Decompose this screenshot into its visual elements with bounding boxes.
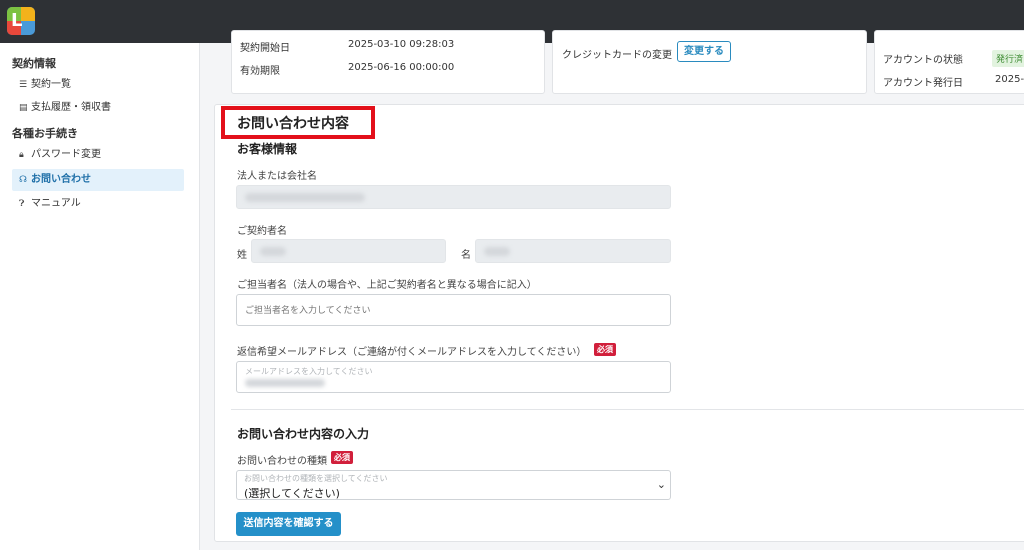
account-issued-value: 2025-0 bbox=[995, 74, 1024, 85]
expiry-value: 2025-06-16 00:00:00 bbox=[348, 62, 455, 73]
confirm-submit-button[interactable]: 送信内容を確認する bbox=[236, 512, 341, 536]
company-field bbox=[236, 185, 671, 209]
sidebar-item-contract-list[interactable]: ☰ 契約一覧 bbox=[12, 74, 184, 96]
contract-info-card: 契約開始日 2025-03-10 09:28:03 有効期限 2025-06-1… bbox=[231, 30, 545, 94]
app-logo[interactable]: L bbox=[7, 7, 35, 35]
headset-icon: ☊ bbox=[19, 175, 27, 185]
email-placeholder: メールアドレスを入力してください bbox=[245, 367, 373, 376]
change-card-button[interactable]: 変更する bbox=[677, 41, 731, 62]
person-label: ご担当者名（法人の場合や、上記ご契約者名と異なる場合に記入） bbox=[237, 280, 537, 291]
sidebar-section-procedures: 各種お手続き bbox=[12, 127, 78, 140]
lock-icon: 🔒︎ bbox=[19, 150, 24, 160]
sidebar-item-payment-history[interactable]: ▤ 支払履歴・領収書 bbox=[12, 97, 184, 119]
company-label: 法人または会社名 bbox=[237, 171, 317, 182]
chevron-down-icon: ⌄ bbox=[656, 478, 666, 491]
first-name-field bbox=[475, 239, 671, 263]
account-card: アカウントの状態 発行済 アカウント発行日 2025-0 bbox=[874, 30, 1024, 94]
email-input[interactable]: メールアドレスを入力してください bbox=[236, 361, 671, 393]
highlight-box bbox=[221, 106, 375, 139]
required-badge: 必須 bbox=[594, 343, 616, 356]
account-status-label: アカウントの状態 bbox=[883, 55, 963, 66]
account-status-badge: 発行済 bbox=[992, 50, 1024, 67]
section-divider bbox=[231, 409, 1024, 410]
inquiry-type-placeholder: お問い合わせの種類を選択してください bbox=[244, 474, 388, 483]
question-circle-icon: ❓︎ bbox=[19, 199, 25, 209]
expiry-label: 有効期限 bbox=[240, 66, 280, 77]
inquiry-type-value: (選択してください) bbox=[244, 487, 340, 500]
sidebar: 契約情報 ☰ 契約一覧 ▤ 支払履歴・領収書 各種お手続き 🔒︎ パスワード変更 ☊ お… bbox=[0, 43, 200, 550]
customer-info-heading: お客様情報 bbox=[237, 142, 298, 156]
payment-card: クレジットカードの変更 変更する bbox=[552, 30, 867, 94]
last-name-field bbox=[251, 239, 446, 263]
sidebar-item-password[interactable]: 🔒︎ パスワード変更 bbox=[12, 144, 184, 166]
document-icon: ▤ bbox=[19, 103, 28, 113]
list-icon: ☰ bbox=[19, 80, 28, 90]
card-change-label: クレジットカードの変更 bbox=[562, 50, 672, 61]
last-name-label: 姓 bbox=[237, 250, 247, 261]
contract-start-label: 契約開始日 bbox=[240, 43, 290, 54]
account-issued-label: アカウント発行日 bbox=[883, 78, 963, 89]
contract-start-value: 2025-03-10 09:28:03 bbox=[348, 39, 455, 50]
inquiry-type-select[interactable]: お問い合わせの種類を選択してください (選択してください) ⌄ bbox=[236, 470, 671, 500]
contractor-label: ご契約者名 bbox=[237, 226, 287, 237]
person-input[interactable] bbox=[236, 294, 671, 326]
sidebar-item-manual[interactable]: ❓︎ マニュアル bbox=[12, 193, 184, 215]
required-badge: 必須 bbox=[331, 451, 353, 464]
inquiry-input-heading: お問い合わせ内容の入力 bbox=[237, 427, 370, 441]
inquiry-type-label: お問い合わせの種類 bbox=[237, 456, 327, 467]
email-label: 返信希望メールアドレス（ご連絡が付くメールアドレスを入力してください） bbox=[237, 347, 587, 358]
sidebar-item-contact[interactable]: ☊ お問い合わせ bbox=[12, 169, 184, 191]
first-name-label: 名 bbox=[461, 250, 471, 261]
sidebar-section-contract: 契約情報 bbox=[12, 57, 56, 70]
